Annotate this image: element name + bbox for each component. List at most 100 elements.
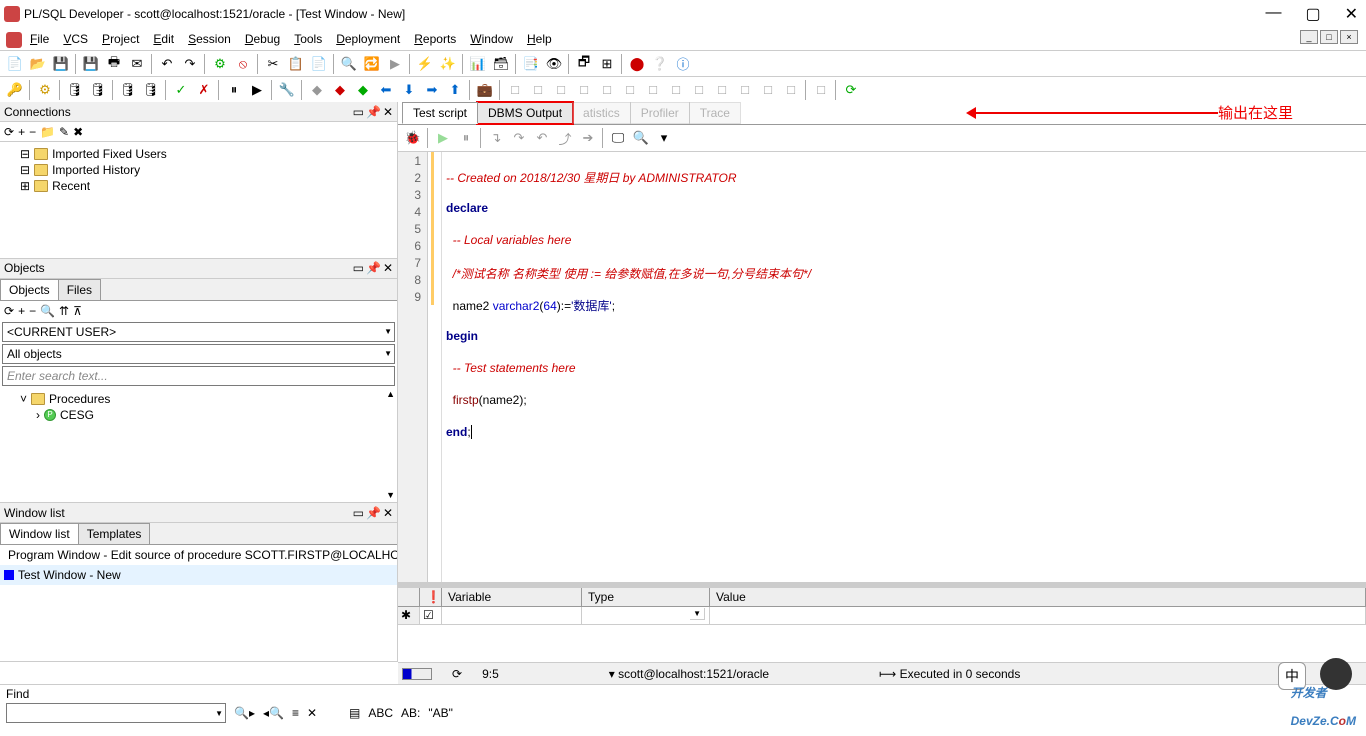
mail-icon[interactable]: ✉ (126, 53, 148, 75)
conn-add-icon[interactable]: + (18, 125, 25, 139)
minimize-button[interactable]: — (1265, 4, 1281, 24)
list-item[interactable]: Test Window - New (0, 565, 397, 585)
beautify-icon[interactable]: ✨ (437, 53, 459, 75)
tab-dbms-output[interactable]: DBMS Output (477, 102, 573, 124)
logon-icon[interactable]: 🔑 (4, 79, 26, 101)
save-icon[interactable]: 💾 (50, 53, 72, 75)
conn-folder-icon[interactable]: 📁 (40, 125, 55, 139)
find-prev-icon[interactable]: ◂🔍 (263, 706, 284, 720)
panel-close-icon[interactable]: ✕ (383, 506, 393, 520)
col-variable[interactable]: Variable (442, 588, 582, 606)
mdi-min[interactable]: _ (1300, 30, 1318, 44)
mdi-max[interactable]: □ (1320, 30, 1338, 44)
cut-icon[interactable]: ✂ (262, 53, 284, 75)
redo-icon[interactable]: ↷ (179, 53, 201, 75)
refresh-status-icon[interactable]: ⟳ (452, 667, 462, 681)
menu-edit[interactable]: Edit (147, 30, 180, 48)
db2-icon[interactable]: 🛢 (87, 79, 109, 101)
step-over-icon[interactable]: ➡ (421, 79, 443, 101)
conn-rename-icon[interactable]: ✎ (59, 125, 69, 139)
break-icon[interactable]: ⏸ (223, 79, 245, 101)
db1-icon[interactable]: 🛢 (64, 79, 86, 101)
tab-templates[interactable]: Templates (78, 523, 151, 544)
step-out-icon[interactable]: ⬆ (444, 79, 466, 101)
new-icon[interactable]: 📄 (4, 53, 26, 75)
find-input[interactable]: ▼ (6, 703, 226, 723)
menu-debug[interactable]: Debug (239, 30, 286, 48)
zoom-icon[interactable]: 🔍 (630, 127, 652, 149)
menu-window[interactable]: Window (464, 30, 519, 48)
menu-vcs[interactable]: VCS (57, 30, 94, 48)
close-button[interactable]: ✕ (1345, 4, 1358, 24)
conn-refresh-icon[interactable]: ⟳ (4, 125, 14, 139)
obj-up-icon[interactable]: ⇈ (59, 304, 69, 318)
undo-icon[interactable]: ↶ (156, 53, 178, 75)
search-input[interactable]: Enter search text... (2, 366, 395, 386)
panel-pin-icon[interactable]: 📌 (366, 261, 381, 275)
find-close-icon[interactable]: ✕ (307, 706, 317, 720)
tile-icon[interactable]: ⊞ (596, 53, 618, 75)
expand-icon[interactable]: › (36, 408, 40, 422)
execute-icon[interactable]: ▶ (246, 79, 268, 101)
scroll-up-icon[interactable]: ▲ (386, 389, 395, 399)
find-all-icon[interactable]: ≡ (292, 706, 299, 720)
table-row[interactable]: ✱ ☑ ▼ (398, 607, 1366, 625)
describe-icon[interactable]: 📑 (520, 53, 542, 75)
connections-tree[interactable]: ⊟Imported Fixed Users ⊟Imported History … (0, 142, 397, 259)
word-icon[interactable]: AB: (401, 706, 420, 720)
schema-combo[interactable]: <CURRENT USER>▼ (2, 322, 395, 342)
panel-menu-icon[interactable]: ▭ (353, 506, 364, 520)
obj-remove-icon[interactable]: − (29, 304, 36, 318)
menu-deployment[interactable]: Deployment (330, 30, 406, 48)
scroll-down-icon[interactable]: ▼ (386, 490, 395, 500)
expand-icon[interactable]: ˅ (20, 392, 27, 406)
gear-icon[interactable]: ⚙ (34, 79, 56, 101)
case-icon[interactable]: ABC (368, 706, 393, 720)
tab-statistics[interactable]: atistics (572, 102, 631, 124)
key-icon[interactable]: 🔧 (276, 79, 298, 101)
dbg-run-icon[interactable]: ◆ (352, 79, 374, 101)
menu-session[interactable]: Session (182, 30, 237, 48)
objects-tree[interactable]: ▲ ▼ ˅Procedures ›PCESG (0, 387, 397, 504)
step-back-icon[interactable]: ⬅ (375, 79, 397, 101)
list-item[interactable]: Program Window - Edit source of procedur… (0, 545, 397, 565)
mdi-close[interactable]: × (1340, 30, 1358, 44)
commit-icon[interactable]: ✓ (170, 79, 192, 101)
panel-menu-icon[interactable]: ▭ (353, 261, 364, 275)
db3-icon[interactable]: 🛢 (117, 79, 139, 101)
view-icon[interactable]: 👁 (543, 53, 565, 75)
find-next-icon[interactable]: ▶ (384, 53, 406, 75)
list-icon[interactable]: ▤ (349, 706, 360, 720)
tab-objects[interactable]: Objects (0, 279, 59, 300)
menu-reports[interactable]: Reports (408, 30, 462, 48)
copy-icon[interactable]: 📋 (285, 53, 307, 75)
refresh-icon[interactable]: ⟳ (840, 79, 862, 101)
dd-icon[interactable]: ▾ (653, 127, 675, 149)
code-text[interactable]: -- Created on 2018/12/30 星期日 by ADMINIST… (442, 152, 1366, 582)
maximize-button[interactable]: ▢ (1305, 4, 1320, 24)
panel-close-icon[interactable]: ✕ (383, 261, 393, 275)
tab-profiler[interactable]: Profiler (630, 102, 690, 124)
panel-menu-icon[interactable]: ▭ (353, 105, 364, 119)
run-icon[interactable]: ⚙ (209, 53, 231, 75)
panel-close-icon[interactable]: ✕ (383, 105, 393, 119)
print-icon[interactable]: 🖶 (103, 53, 125, 75)
obj-sort-icon[interactable]: ⊼ (73, 304, 82, 318)
menu-help[interactable]: Help (521, 30, 558, 48)
code-editor[interactable]: 123456789 -- Created on 2018/12/30 星期日 b… (398, 152, 1366, 582)
panel-pin-icon[interactable]: 📌 (366, 105, 381, 119)
conn-remove-icon[interactable]: − (29, 125, 36, 139)
compile-icon[interactable]: ⚡ (414, 53, 436, 75)
obj-add-icon[interactable]: + (18, 304, 25, 318)
col-value[interactable]: Value (710, 588, 1366, 606)
bug-icon[interactable]: 🐞 (402, 127, 424, 149)
menu-file[interactable]: File (24, 30, 55, 48)
menu-project[interactable]: Project (96, 30, 145, 48)
obj-find-icon[interactable]: 🔍 (40, 304, 55, 318)
query-icon[interactable]: 🗃 (490, 53, 512, 75)
help-icon[interactable]: ❔ (649, 53, 671, 75)
find-icon[interactable]: 🔍 (338, 53, 360, 75)
tab-windowlist[interactable]: Window list (0, 523, 79, 544)
stop-icon[interactable]: ⦸ (232, 53, 254, 75)
regex-icon[interactable]: "AB" (428, 706, 453, 720)
